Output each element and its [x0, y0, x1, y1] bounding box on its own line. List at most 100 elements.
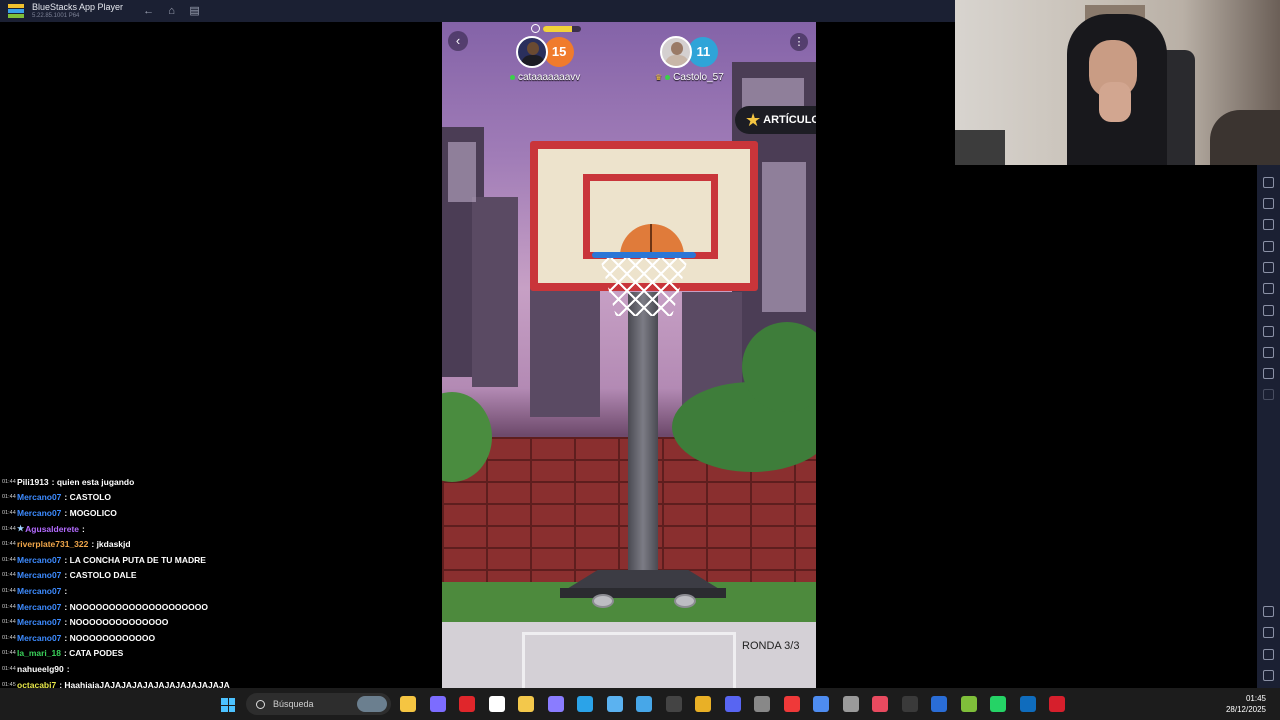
gear-app-icon[interactable] — [754, 696, 770, 712]
timer-bar — [543, 25, 581, 32]
obs-icon[interactable] — [901, 696, 918, 712]
search-placeholder: Búsqueda — [273, 699, 314, 709]
chat-username: Mercano07 — [17, 617, 62, 628]
chat-message: 01:44 Mercano07: CASTOLO — [0, 490, 440, 506]
start-button[interactable] — [221, 698, 235, 712]
items-button[interactable]: ★ ARTÍCULOS — [735, 106, 816, 134]
desktop: BlueStacks App Player 5.22.85.1001 P64 ←… — [0, 0, 1280, 720]
chat-text: : NOOOOOOOOOOOOOO — [64, 617, 169, 628]
media-folder-icon[interactable] — [1263, 241, 1274, 252]
whatsapp-icon[interactable] — [990, 696, 1006, 712]
streamer — [1067, 14, 1167, 165]
chat-timestamp: 01:44 — [2, 541, 16, 548]
box-icon[interactable] — [931, 696, 947, 712]
chat-timestamp: 01:44 — [2, 494, 16, 501]
sync-icon[interactable] — [1263, 368, 1274, 379]
notepad-icon[interactable] — [636, 696, 652, 712]
taskbar-search[interactable]: Búsqueda — [246, 693, 391, 715]
chat-text: : jkdaskjd — [91, 539, 131, 550]
multi-window-icon[interactable]: ▤ — [189, 5, 200, 17]
airplane-icon[interactable] — [1263, 262, 1274, 273]
hoop-pole — [628, 292, 658, 582]
crown-icon: ♛ — [655, 73, 663, 82]
chat-message: 01:44 riverplate731_322: jkdaskjd — [0, 536, 440, 552]
fullscreen-icon[interactable] — [1263, 219, 1274, 230]
settings-gear-icon[interactable] — [1263, 606, 1274, 617]
opera-icon[interactable] — [459, 696, 475, 712]
chat-timestamp: 01:44 — [2, 556, 16, 563]
building-windows — [762, 162, 806, 312]
avatar — [660, 36, 693, 68]
chat-text: : — [82, 523, 85, 534]
layers-icon[interactable] — [1263, 347, 1274, 358]
round-indicator: RONDA 3/3 — [742, 640, 800, 652]
bluestacks-title-bar: BlueStacks App Player 5.22.85.1001 P64 ←… — [0, 0, 955, 22]
back-arrow-icon[interactable]: ← — [143, 5, 154, 17]
chat-username: Mercano07 — [17, 632, 62, 643]
mail-icon[interactable] — [1019, 696, 1036, 712]
window-version: 5.22.85.1001 P64 — [32, 13, 80, 19]
chat-username: nahueelg90 — [17, 663, 64, 674]
online-status-icon — [665, 75, 671, 80]
chat-timestamp: 01:44 — [2, 478, 16, 485]
chat-timestamp: 01:44 — [2, 587, 16, 594]
home-icon[interactable]: ⌂ — [166, 5, 177, 17]
chat-message: 01:44 Mercano07: LA CONCHA PUTA DE TU MAD… — [0, 552, 440, 568]
discord-icon[interactable] — [724, 696, 741, 712]
copilot-icon[interactable] — [429, 696, 446, 712]
building — [530, 277, 600, 417]
chat-message: 01:44 la_mari_18: CATA PODES — [0, 646, 440, 662]
eco-mode-icon[interactable] — [1263, 305, 1274, 316]
player-one-name: cataaaaaaavv — [518, 72, 581, 83]
snip-icon[interactable] — [872, 696, 888, 712]
file-explorer-icon[interactable] — [400, 696, 416, 712]
chrome-icon[interactable] — [695, 696, 711, 712]
pen-icon[interactable] — [547, 696, 564, 712]
chat-badge-icon: ★ — [17, 524, 25, 534]
chat-username: Mercano07 — [17, 585, 62, 596]
star-icon: ★ — [745, 110, 762, 130]
clock-date: 28/12/2025 — [1225, 705, 1266, 714]
android-back-icon[interactable] — [1263, 627, 1274, 638]
player-two-name: Castolo_57 — [673, 72, 724, 83]
chat-username: riverplate731_322 — [17, 539, 89, 550]
store-icon[interactable] — [488, 696, 505, 712]
screenshot-icon[interactable] — [1263, 198, 1274, 209]
macro-icon[interactable] — [1263, 389, 1274, 400]
bluestacks-multi-icon[interactable] — [813, 696, 829, 712]
wheel — [592, 594, 614, 608]
chat-username: la_mari_18 — [17, 648, 61, 659]
chat-username: Agusalderete — [25, 523, 80, 534]
vivaldi-icon[interactable] — [783, 696, 800, 712]
system-clock[interactable]: 01:45 28/12/2025 — [1210, 693, 1266, 715]
player-two-score: 11 — [688, 37, 719, 67]
chat-message: 01:44 Mercano07: CASTOLO DALE — [0, 568, 440, 584]
performance-icon[interactable] — [1263, 177, 1274, 188]
chat-timestamp: 01:44 — [2, 619, 16, 626]
bluestacks-icon[interactable] — [960, 696, 977, 712]
game-back-button[interactable]: ‹ — [448, 31, 468, 51]
chat-message: 01:44 Mercano07: NOOOOOOOOOOOO — [0, 630, 440, 646]
webcam-feed — [955, 0, 1280, 165]
search-icon — [256, 699, 265, 709]
terminal-icon[interactable] — [665, 696, 682, 712]
avatar — [516, 36, 549, 68]
settings-icon[interactable] — [842, 696, 859, 712]
windows-taskbar: Búsqueda 01:45 28/12/2025 — [0, 688, 1280, 720]
recent-apps-icon[interactable] — [1263, 670, 1274, 681]
folder-icon[interactable] — [518, 696, 534, 712]
apk-install-icon[interactable] — [1263, 283, 1274, 294]
android-home-icon[interactable] — [1263, 649, 1274, 660]
building — [472, 197, 518, 387]
red-app-icon[interactable] — [1049, 696, 1065, 712]
chat-timestamp: 01:45 — [2, 681, 16, 688]
refresh-icon[interactable] — [606, 696, 623, 712]
edge-icon[interactable] — [577, 696, 593, 712]
chat-message: 01:44 ★ Agusalderete: — [0, 521, 440, 537]
location-icon[interactable] — [1263, 326, 1274, 337]
chat-username: Mercano07 — [17, 554, 62, 565]
hoop-net — [600, 258, 688, 316]
game-menu-button[interactable]: ⋮ — [790, 33, 808, 51]
basketball-game-view[interactable]: ‹ ⋮ 15 cataaaaaaavv 11 ♛ Castolo_57 ★ AR… — [442, 22, 816, 688]
chat-message: 01:44 Pili1913: quien esta jugando — [0, 474, 440, 490]
